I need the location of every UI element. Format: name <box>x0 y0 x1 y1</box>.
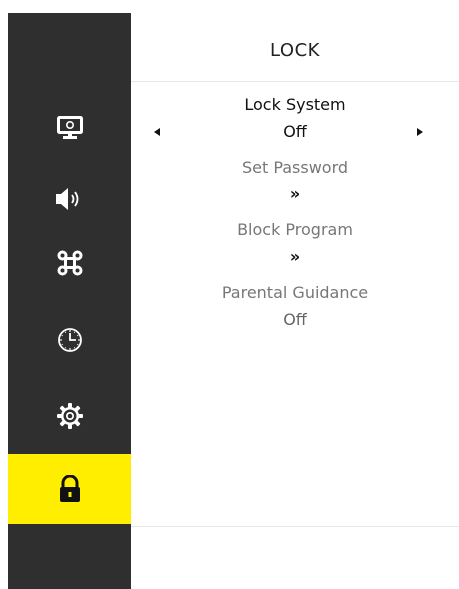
monitor-icon <box>56 116 83 139</box>
sidebar-item-picture[interactable] <box>8 93 131 163</box>
set-password-label[interactable]: Set Password <box>131 158 459 177</box>
sidebar-item-sound[interactable] <box>8 164 131 234</box>
sidebar <box>8 13 131 589</box>
lock-icon <box>59 475 80 502</box>
page-title: LOCK <box>270 40 320 61</box>
parental-guidance-label[interactable]: Parental Guidance <box>131 283 459 302</box>
header-divider <box>131 81 459 82</box>
sidebar-item-time[interactable] <box>8 305 131 375</box>
clock-icon <box>57 328 82 352</box>
sidebar-item-setup[interactable] <box>8 381 131 451</box>
lock-system-value[interactable]: Off <box>131 122 459 141</box>
block-program-label[interactable]: Block Program <box>131 220 459 239</box>
lock-system-label[interactable]: Lock System <box>131 95 459 114</box>
command-icon <box>57 250 82 276</box>
block-program-enter-icon[interactable]: » <box>131 247 459 266</box>
parental-guidance-value[interactable]: Off <box>131 310 459 329</box>
sidebar-item-function[interactable] <box>8 228 131 298</box>
set-password-enter-icon[interactable]: » <box>131 184 459 203</box>
right-arrow-icon[interactable] <box>415 126 425 138</box>
sidebar-item-lock[interactable] <box>8 454 131 524</box>
gear-icon <box>56 403 83 429</box>
footer-divider <box>131 526 459 527</box>
speaker-icon <box>55 188 78 210</box>
